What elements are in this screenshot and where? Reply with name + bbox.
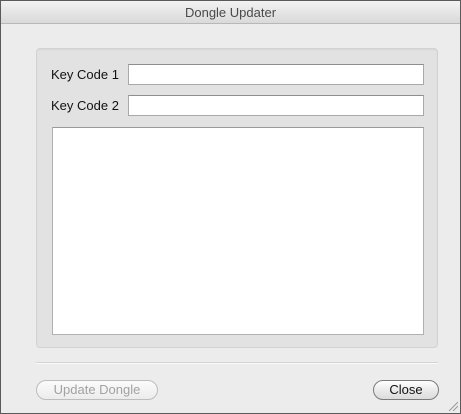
key-code-2-label: Key Code 2 xyxy=(51,98,119,113)
resize-grip-icon[interactable] xyxy=(448,401,458,411)
update-dongle-button[interactable]: Update Dongle xyxy=(36,380,158,400)
separator xyxy=(36,362,438,364)
title-bar[interactable]: Dongle Updater xyxy=(1,1,460,24)
output-text-area[interactable] xyxy=(52,127,424,335)
key-code-2-field[interactable] xyxy=(128,95,424,116)
key-code-group: Key Code 1 Key Code 2 xyxy=(36,48,438,348)
close-button[interactable]: Close xyxy=(373,380,439,400)
key-code-1-field[interactable] xyxy=(128,64,424,85)
dongle-updater-window: Dongle Updater Key Code 1 Key Code 2 Upd… xyxy=(0,0,461,414)
window-title: Dongle Updater xyxy=(184,5,277,20)
key-code-1-label: Key Code 1 xyxy=(51,67,119,82)
